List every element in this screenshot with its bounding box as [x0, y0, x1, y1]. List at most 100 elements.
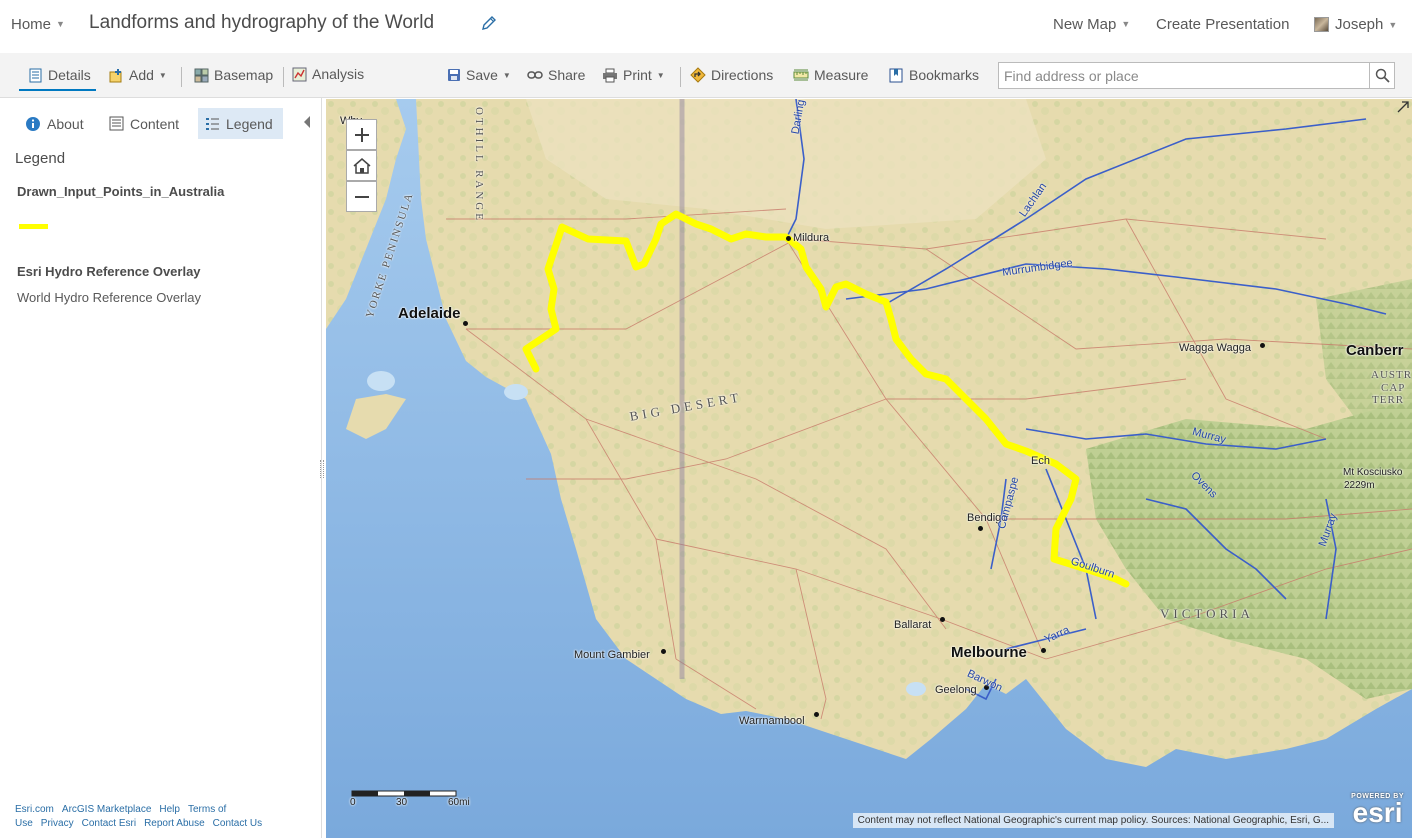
- map-label-warrnambool: Warrnambool: [739, 715, 805, 727]
- save-label: Save: [466, 67, 498, 83]
- print-label: Print: [623, 67, 652, 83]
- measure-button[interactable]: Measure: [793, 67, 868, 83]
- legend-sublayer-name: World Hydro Reference Overlay: [17, 290, 201, 305]
- map-label-lofty: OTHILL RANGE: [472, 107, 485, 223]
- footer-link[interactable]: Contact Esri: [82, 818, 136, 829]
- add-layer-icon: [109, 68, 122, 82]
- footer-link[interactable]: Contact Us: [213, 818, 262, 829]
- panel-splitter[interactable]: [320, 460, 324, 478]
- basemap-label: Basemap: [214, 67, 274, 83]
- content-list-icon: [109, 116, 124, 131]
- save-disk-icon: [448, 69, 460, 81]
- footer-link[interactable]: ArcGIS Marketplace: [62, 804, 151, 815]
- map-label-mount-gambier: Mount Gambier: [574, 649, 650, 661]
- map-label-mildura: Mildura: [793, 232, 830, 244]
- scale-label: 30: [396, 797, 408, 808]
- bookmarks-button[interactable]: Bookmarks: [888, 67, 979, 83]
- map-view[interactable]: Adelaide Mildura Wagga Wagga Canberr Ben…: [326, 99, 1412, 838]
- basemap-image: [326, 99, 1412, 838]
- analysis-button[interactable]: Analysis: [292, 66, 364, 82]
- directions-label: Directions: [711, 67, 774, 83]
- details-button[interactable]: Details: [28, 67, 91, 83]
- user-menu[interactable]: Joseph ▼: [1314, 16, 1397, 33]
- map-label-adelaide: Adelaide: [398, 305, 461, 322]
- tab-about[interactable]: About: [18, 108, 91, 139]
- map-label-victoria: VICTORIA: [1160, 606, 1254, 621]
- footer-link[interactable]: Report Abuse: [144, 818, 205, 829]
- city-marker: [940, 617, 945, 622]
- ruler-icon: [793, 69, 809, 81]
- search-icon: [1375, 68, 1390, 83]
- map-label-act-2: CAP: [1381, 382, 1406, 394]
- details-panel: About Content Legend Legend Drawn_Input_…: [0, 98, 322, 838]
- toolbar-divider: [283, 67, 284, 87]
- share-button[interactable]: Share: [527, 67, 585, 83]
- legend-layer-name: Drawn_Input_Points_in_Australia: [17, 184, 225, 199]
- directions-button[interactable]: Directions: [690, 67, 773, 83]
- city-marker: [1041, 648, 1046, 653]
- legend-layer-name: Esri Hydro Reference Overlay: [17, 264, 201, 279]
- basemap-grid-icon: [194, 68, 209, 82]
- map-label-wagga: Wagga Wagga: [1179, 342, 1251, 354]
- basemap-button[interactable]: Basemap: [194, 67, 273, 83]
- map-label-ballarat: Ballarat: [894, 619, 932, 631]
- add-button[interactable]: Add ▼: [109, 67, 167, 83]
- analysis-label: Analysis: [312, 66, 365, 82]
- scale-label: 0: [350, 797, 356, 808]
- default-extent-button[interactable]: [346, 150, 377, 181]
- search-button[interactable]: [1369, 63, 1394, 88]
- tab-content-label: Content: [130, 115, 180, 132]
- save-button[interactable]: Save ▼: [447, 67, 511, 83]
- user-name: Joseph: [1335, 16, 1384, 33]
- create-presentation-link[interactable]: Create Presentation: [1156, 16, 1289, 33]
- chevron-down-icon: ▼: [656, 70, 665, 80]
- map-label-echuca: Ech: [1031, 455, 1050, 467]
- map-label-geelong: Geelong: [935, 684, 977, 696]
- minus-icon: [354, 195, 369, 198]
- esri-logo[interactable]: POWERED BY esri: [1351, 793, 1404, 827]
- top-header: Home ▼ Landforms and hydrography of the W…: [0, 0, 1412, 50]
- map-attribution: Content may not reflect National Geograp…: [852, 813, 1334, 828]
- tab-legend[interactable]: Legend: [198, 108, 283, 139]
- bookmark-icon: [889, 68, 903, 82]
- print-button[interactable]: Print ▼: [602, 67, 665, 83]
- tab-content[interactable]: Content: [102, 108, 186, 139]
- add-label: Add: [129, 67, 154, 83]
- footer-link[interactable]: Esri.com: [15, 804, 54, 815]
- chevron-down-icon: ▼: [1388, 19, 1398, 30]
- footer-link[interactable]: Privacy: [41, 818, 74, 829]
- city-marker: [661, 649, 666, 654]
- new-map-menu[interactable]: New Map ▼: [1053, 16, 1130, 33]
- directions-sign-icon: [690, 67, 706, 83]
- printer-icon: [603, 68, 617, 82]
- map-label-act-3: TERR: [1372, 394, 1405, 406]
- city-marker: [1260, 343, 1265, 348]
- toolbar-divider: [680, 67, 681, 87]
- map-label-melbourne: Melbourne: [951, 644, 1027, 661]
- info-icon: [26, 116, 40, 131]
- page-title: Landforms and hydrography of the World: [89, 12, 435, 33]
- plus-icon: [354, 127, 369, 142]
- pencil-icon[interactable]: [480, 14, 498, 32]
- expand-icon[interactable]: [1397, 101, 1409, 113]
- search-input[interactable]: [999, 63, 1371, 88]
- city-marker: [463, 321, 468, 326]
- home-menu[interactable]: Home ▼: [11, 16, 65, 33]
- search-box: [998, 62, 1395, 89]
- link-chain-icon: [527, 71, 543, 79]
- city-marker: [978, 526, 983, 531]
- scale-bar: 0 30 60mi: [350, 789, 470, 820]
- tab-legend-label: Legend: [226, 115, 273, 132]
- legend-list-icon: [206, 118, 219, 130]
- measure-label: Measure: [814, 67, 869, 83]
- home-label: Home: [11, 16, 52, 33]
- chevron-down-icon: ▼: [158, 70, 167, 80]
- zoom-in-button[interactable]: [346, 119, 377, 150]
- scale-label: 60mi: [448, 797, 470, 808]
- chevron-down-icon: ▼: [56, 19, 65, 29]
- footer-link[interactable]: Help: [159, 804, 180, 815]
- bookmarks-label: Bookmarks: [909, 67, 980, 83]
- zoom-out-button[interactable]: [346, 181, 377, 212]
- avatar: [1314, 17, 1329, 32]
- collapse-panel-icon[interactable]: [302, 115, 312, 129]
